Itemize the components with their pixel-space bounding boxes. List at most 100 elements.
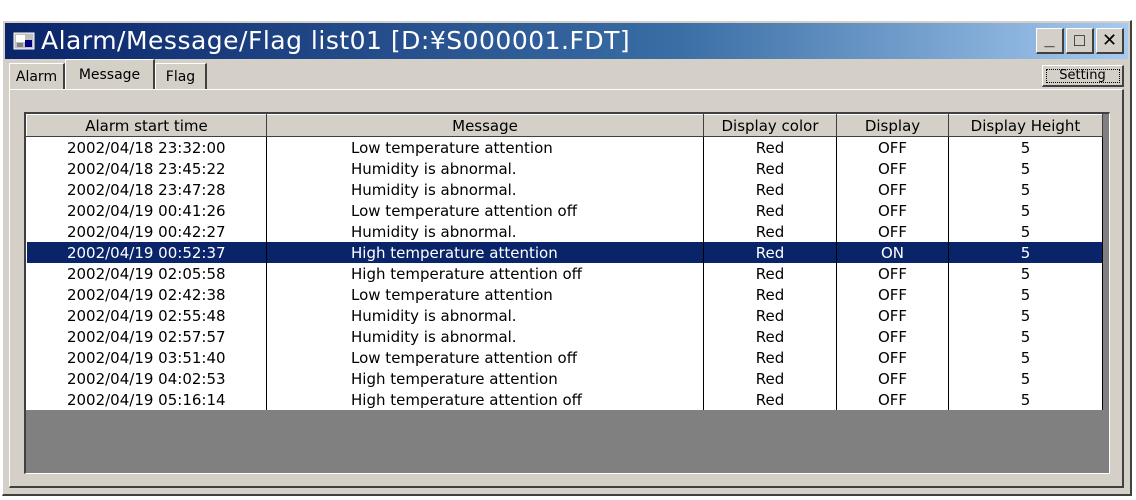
minimize-icon: _ — [1044, 28, 1055, 49]
setting-button-label: Setting — [1059, 68, 1106, 83]
cell-color: Red — [703, 347, 837, 368]
cell-color: Red — [703, 326, 837, 347]
tab-alarm[interactable]: Alarm — [9, 63, 65, 89]
cell-height: 5 — [948, 200, 1103, 221]
column-header-display-color[interactable]: Display color — [703, 114, 837, 137]
cell-color: Red — [703, 305, 837, 326]
cell-color: Red — [703, 242, 837, 263]
cell-display: OFF — [836, 284, 949, 305]
setting-button[interactable]: Setting — [1042, 65, 1124, 87]
maximize-button[interactable]: □ — [1066, 28, 1094, 54]
cell-message: Humidity is abnormal. — [266, 179, 704, 200]
cell-time: 2002/04/18 23:32:00 — [26, 136, 267, 158]
cell-height: 5 — [948, 179, 1103, 200]
cell-height: 5 — [948, 347, 1103, 368]
table-row[interactable]: 2002/04/19 02:57:57 Humidity is abnormal.… — [26, 326, 1103, 347]
cell-display: OFF — [836, 326, 949, 347]
cell-display: OFF — [836, 221, 949, 242]
tab-message[interactable]: Message — [65, 59, 155, 89]
cell-time: 2002/04/19 02:57:57 — [26, 326, 267, 347]
tab-alarm-label: Alarm — [15, 68, 58, 85]
maximize-icon: □ — [1074, 30, 1085, 50]
cell-time: 2002/04/19 04:02:53 — [26, 368, 267, 389]
table-row[interactable]: 2002/04/19 00:42:27 Humidity is abnormal.… — [26, 221, 1103, 242]
cell-color: Red — [703, 263, 837, 284]
cell-display: ON — [836, 242, 949, 263]
table-row[interactable]: 2002/04/19 02:55:48 Humidity is abnormal.… — [26, 305, 1103, 326]
table-row[interactable]: 2002/04/19 00:52:37 High temperature atte… — [26, 242, 1103, 263]
title-bar[interactable]: Alarm/Message/Flag list01 [D:¥S000001.FD… — [5, 23, 1128, 59]
cell-height: 5 — [948, 389, 1103, 410]
cell-color: Red — [703, 389, 837, 410]
cell-height: 5 — [948, 263, 1103, 284]
cell-time: 2002/04/18 23:47:28 — [26, 179, 267, 200]
cell-display: OFF — [836, 263, 949, 284]
cell-message: High temperature attention off — [266, 263, 704, 284]
tab-flag[interactable]: Flag — [155, 63, 207, 89]
header-row: Alarm start time Message Display color D… — [26, 114, 1103, 137]
cell-message: Humidity is abnormal. — [266, 305, 704, 326]
cell-message: Humidity is abnormal. — [266, 158, 704, 179]
table-row[interactable]: 2002/04/19 02:42:38 Low temperature atten… — [26, 284, 1103, 305]
cell-time: 2002/04/19 00:42:27 — [26, 221, 267, 242]
cell-display: OFF — [836, 305, 949, 326]
table-row[interactable]: 2002/04/19 00:41:26 Low temperature atten… — [26, 200, 1103, 221]
cell-color: Red — [703, 179, 837, 200]
cell-display: OFF — [836, 136, 949, 158]
tab-message-label: Message — [78, 66, 141, 83]
cell-color: Red — [703, 158, 837, 179]
column-header-display-height[interactable]: Display Height — [948, 114, 1103, 137]
cell-time: 2002/04/19 02:42:38 — [26, 284, 267, 305]
cell-display: OFF — [836, 368, 949, 389]
table-row[interactable]: 2002/04/19 02:05:58 High temperature atte… — [26, 263, 1103, 284]
close-button[interactable]: ✕ — [1096, 28, 1124, 54]
table-row[interactable]: 2002/04/18 23:32:00 Low temperature atten… — [26, 136, 1103, 158]
cell-time: 2002/04/19 02:05:58 — [26, 263, 267, 284]
table-row[interactable]: 2002/04/19 05:16:14 High temperature atte… — [26, 389, 1103, 410]
cell-message: Low temperature attention — [266, 284, 704, 305]
cell-height: 5 — [948, 368, 1103, 389]
column-header-display[interactable]: Display — [836, 114, 949, 137]
table-row[interactable]: 2002/04/19 03:51:40 Low temperature atten… — [26, 347, 1103, 368]
cell-height: 5 — [948, 284, 1103, 305]
cell-color: Red — [703, 136, 837, 158]
cell-display: OFF — [836, 389, 949, 410]
message-grid[interactable]: Alarm start time Message Display color D… — [24, 112, 1110, 474]
cell-color: Red — [703, 284, 837, 305]
cell-height: 5 — [948, 326, 1103, 347]
column-header-alarm-start-time[interactable]: Alarm start time — [26, 114, 267, 137]
minimize-button[interactable]: _ — [1036, 28, 1064, 54]
app-icon — [13, 32, 35, 50]
cell-message: Humidity is abnormal. — [266, 326, 704, 347]
cell-message: High temperature attention off — [266, 389, 704, 410]
window-title: Alarm/Message/Flag list01 [D:¥S000001.FD… — [41, 26, 631, 55]
cell-display: OFF — [836, 200, 949, 221]
table-row[interactable]: 2002/04/19 04:02:53 High temperature atte… — [26, 368, 1103, 389]
close-icon: ✕ — [1101, 30, 1118, 50]
cell-color: Red — [703, 200, 837, 221]
table-row[interactable]: 2002/04/18 23:45:22 Humidity is abnormal.… — [26, 158, 1103, 179]
message-table: Alarm start time Message Display color D… — [26, 114, 1103, 410]
cell-display: OFF — [836, 179, 949, 200]
cell-message: Low temperature attention off — [266, 200, 704, 221]
cell-message: High temperature attention — [266, 242, 704, 263]
cell-message: Low temperature attention off — [266, 347, 704, 368]
cell-height: 5 — [948, 136, 1103, 158]
table-row[interactable]: 2002/04/18 23:47:28 Humidity is abnormal.… — [26, 179, 1103, 200]
cell-height: 5 — [948, 305, 1103, 326]
cell-color: Red — [703, 221, 837, 242]
cell-time: 2002/04/19 00:41:26 — [26, 200, 267, 221]
cell-message: Low temperature attention — [266, 136, 704, 158]
cell-time: 2002/04/19 05:16:14 — [26, 389, 267, 410]
cell-time: 2002/04/19 02:55:48 — [26, 305, 267, 326]
column-header-message[interactable]: Message — [266, 114, 704, 137]
cell-message: Humidity is abnormal. — [266, 221, 704, 242]
cell-message: High temperature attention — [266, 368, 704, 389]
cell-height: 5 — [948, 158, 1103, 179]
cell-color: Red — [703, 368, 837, 389]
cell-height: 5 — [948, 221, 1103, 242]
tab-flag-label: Flag — [165, 68, 196, 85]
cell-time: 2002/04/18 23:45:22 — [26, 158, 267, 179]
cell-time: 2002/04/19 00:52:37 — [26, 242, 267, 263]
cell-display: OFF — [836, 347, 949, 368]
